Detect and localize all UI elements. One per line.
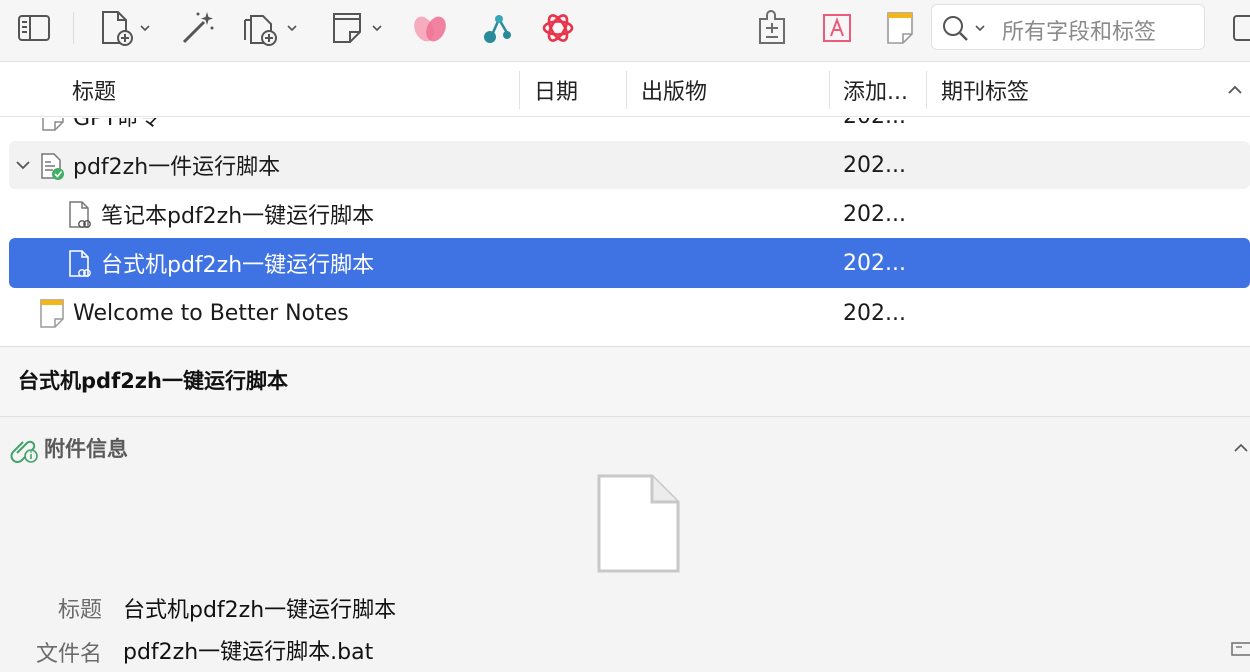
item-pane-title: 台式机pdf2zh一键运行脚本	[18, 369, 288, 393]
new-attachment-button[interactable]	[240, 6, 302, 50]
search-icon[interactable]	[940, 14, 996, 42]
field-value-title[interactable]: 台式机pdf2zh一键运行脚本	[123, 590, 396, 626]
column-divider[interactable]	[829, 71, 830, 109]
column-divider[interactable]	[626, 71, 627, 109]
column-date[interactable]: 日期	[534, 63, 578, 117]
toolbar: 所有字段和标签	[0, 0, 1250, 62]
attachment-info-icon	[10, 440, 38, 463]
search-placeholder: 所有字段和标签	[1002, 20, 1157, 45]
pdf-annotation-button[interactable]	[815, 6, 859, 50]
table-row[interactable]: GPT命令 202...	[0, 118, 1250, 141]
new-item-icon	[102, 11, 150, 46]
magic-wand-button[interactable]	[176, 6, 220, 50]
note-icon	[42, 118, 64, 131]
row-date-added: 202...	[843, 300, 906, 326]
column-divider[interactable]	[926, 71, 927, 109]
column-date-added[interactable]: 添加...	[843, 63, 908, 117]
attachment-info-section-header[interactable]: 附件信息	[0, 431, 1250, 467]
column-journal-tags[interactable]: 期刊标签	[941, 63, 1029, 117]
row-title: GPT命令	[73, 118, 161, 131]
table-row[interactable]: 笔记本pdf2zh一键运行脚本 202...	[0, 189, 1250, 239]
sidebar-toggle-icon[interactable]	[12, 6, 56, 50]
new-attachment-icon	[244, 15, 297, 46]
field-label-title: 标题	[57, 598, 102, 623]
document-item-icon	[41, 153, 64, 180]
section-label: 附件信息	[44, 437, 128, 461]
ai-bloom-button[interactable]	[408, 6, 452, 50]
table-row-selected[interactable]: 台式机pdf2zh一键运行脚本 202...	[0, 238, 1250, 288]
table-row[interactable]: pdf2zh一件运行脚本 202...	[0, 141, 1250, 191]
item-pane-header: 台式机pdf2zh一键运行脚本	[0, 347, 1250, 417]
new-note-button[interactable]	[330, 6, 386, 50]
openai-icon	[542, 14, 574, 42]
file-preview	[596, 473, 682, 579]
column-publication[interactable]: 出版物	[641, 63, 707, 117]
sticky-note-button[interactable]	[880, 6, 920, 50]
column-divider[interactable]	[519, 71, 520, 109]
chevron-down-icon[interactable]	[14, 158, 32, 172]
row-title: Welcome to Better Notes	[73, 300, 349, 326]
item-pane: 台式机pdf2zh一键运行脚本 附件信息 标题 台式机pdf2zh一键运行脚本 …	[0, 346, 1250, 672]
graph-button[interactable]	[474, 6, 518, 50]
row-date-added: 202...	[843, 250, 906, 276]
rename-icon[interactable]	[1230, 639, 1250, 661]
field-label-filename: 文件名	[35, 642, 102, 667]
items-tree: GPT命令 202... pdf2zh一件运行脚本 202... 笔记本pdf2…	[0, 118, 1250, 346]
graph-icon	[484, 15, 511, 43]
translate-plugin-icon	[759, 10, 785, 44]
magic-wand-icon	[182, 12, 214, 44]
row-title: 笔记本pdf2zh一键运行脚本	[101, 204, 375, 229]
translate-plugin-button[interactable]	[750, 6, 794, 50]
openai-button[interactable]	[535, 6, 581, 50]
item-pane-toggle-icon[interactable]	[1226, 6, 1250, 50]
row-title: pdf2zh一件运行脚本	[73, 155, 281, 180]
sticky-note-icon	[887, 12, 913, 44]
table-row[interactable]: Welcome to Better Notes 202...	[0, 288, 1250, 338]
sticky-note-icon	[40, 299, 64, 328]
new-note-icon	[333, 13, 382, 43]
row-title: 台式机pdf2zh一键运行脚本	[101, 253, 375, 278]
column-header: 标题 日期 出版物 添加... 期刊标签	[0, 63, 1250, 117]
linked-file-icon	[69, 250, 91, 277]
search-input[interactable]: 所有字段和标签	[931, 4, 1205, 50]
row-date-added: 202...	[843, 118, 906, 141]
pdf-annotation-icon	[823, 14, 851, 42]
column-picker-icon[interactable]	[1226, 63, 1244, 117]
generic-file-icon	[597, 474, 680, 573]
column-title[interactable]: 标题	[72, 63, 116, 117]
row-date-added: 202...	[843, 152, 906, 178]
ai-bloom-icon	[414, 16, 446, 42]
field-value-filename[interactable]: pdf2zh一键运行脚本.bat	[123, 632, 373, 668]
chevron-up-icon[interactable]	[1232, 441, 1250, 455]
row-date-added: 202...	[843, 201, 906, 227]
linked-file-icon	[69, 201, 91, 228]
new-item-button[interactable]	[96, 6, 156, 50]
toolbar-separator	[73, 12, 74, 44]
